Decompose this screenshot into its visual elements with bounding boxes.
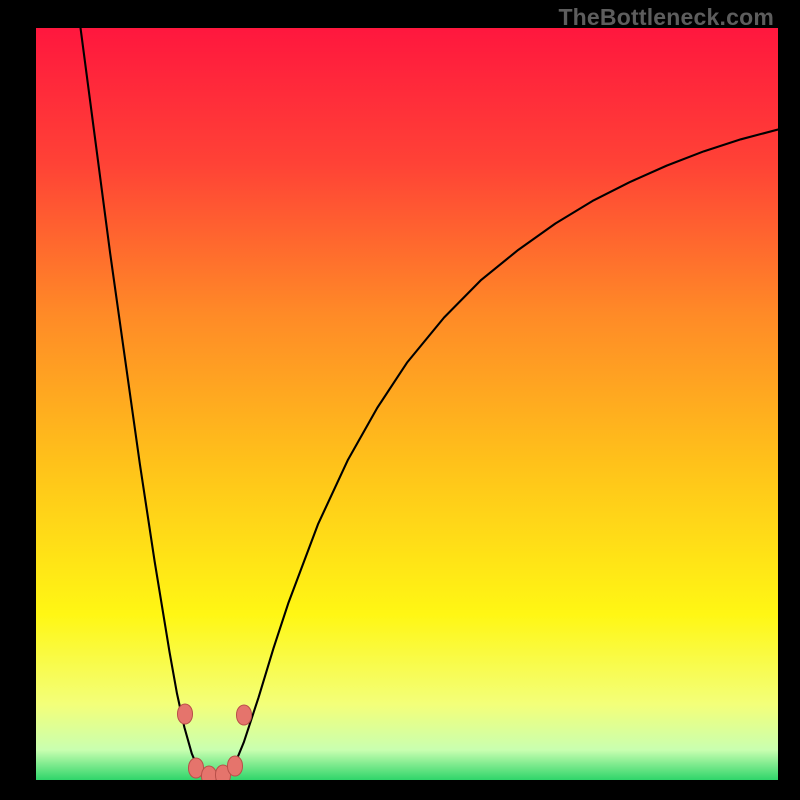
data-marker: [177, 703, 193, 724]
data-marker: [236, 705, 252, 726]
watermark-text: TheBottleneck.com: [558, 4, 774, 31]
bottleneck-curve: [36, 28, 778, 780]
chart-root: TheBottleneck.com: [0, 0, 800, 800]
plot-area: [36, 28, 778, 780]
data-marker: [227, 755, 243, 776]
